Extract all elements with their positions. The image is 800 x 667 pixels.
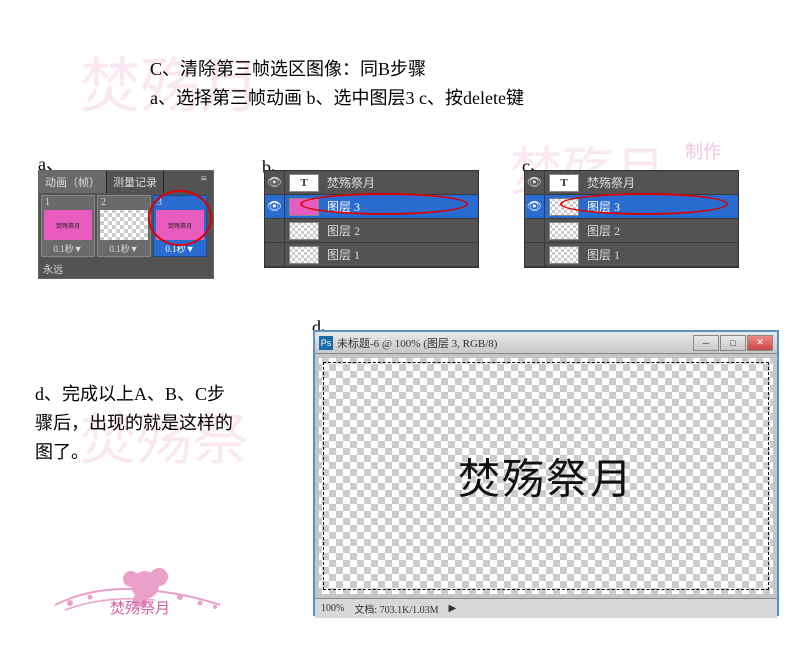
loop-setting[interactable]: 永远 xyxy=(39,259,213,278)
frame-thumb-2 xyxy=(100,210,148,240)
instruction-text: C、清除第三帧选区图像：同B步骤 a、选择第三帧动画 b、选中图层3 c、按de… xyxy=(150,55,524,113)
visibility-icon[interactable]: 👁 xyxy=(265,195,285,218)
ps-icon: Ps xyxy=(319,336,333,350)
layer-name: 焚殇祭月 xyxy=(583,174,635,191)
window-buttons: ─ □ ✕ xyxy=(693,335,773,351)
layer-1[interactable]: 图层 1 xyxy=(525,243,738,267)
maximize-button[interactable]: □ xyxy=(720,335,746,351)
text-layer-thumb: T xyxy=(289,174,319,192)
layers-panel-c: 👁 T 焚殇祭月 👁 图层 3 图层 2 图层 1 xyxy=(524,170,739,268)
frame-number: 3 xyxy=(154,196,206,209)
layer-name: 焚殇祭月 xyxy=(323,174,375,191)
instruction-line2: a、选择第三帧动画 b、选中图层3 c、按delete键 xyxy=(150,84,524,113)
canvas-text-layer: 焚殇祭月 xyxy=(458,446,634,507)
layer-thumb xyxy=(549,198,579,216)
layer-name: 图层 1 xyxy=(323,246,360,263)
layer-thumb xyxy=(289,198,319,216)
visibility-icon[interactable] xyxy=(525,219,545,242)
canvas[interactable]: 焚殇祭月 xyxy=(319,358,773,594)
layer-name: 图层 3 xyxy=(323,198,360,215)
status-bar: 100% 文档: 703.1K/1.03M ▶ xyxy=(315,598,777,618)
visibility-icon[interactable]: 👁 xyxy=(525,195,545,218)
layer-thumb xyxy=(549,246,579,264)
tab-measurement-log[interactable]: 测量记录 xyxy=(107,171,164,193)
layer-2[interactable]: 图层 2 xyxy=(525,219,738,243)
layer-thumb xyxy=(289,246,319,264)
layer-name: 图层 2 xyxy=(323,222,360,239)
frames-container: 1 焚殇祭月 0.1秒▼ 2 0.1秒▼ 3 焚殇祭月 0.1秒▼ xyxy=(39,193,213,259)
layer-name: 图层 2 xyxy=(583,222,620,239)
layer-thumb xyxy=(289,222,319,240)
panel-menu-icon[interactable]: ≡ xyxy=(195,171,213,193)
instruction-line1: C、清除第三帧选区图像：同B步骤 xyxy=(150,55,524,84)
frame-delay[interactable]: 0.1秒▼ xyxy=(154,241,206,256)
text-layer-thumb: T xyxy=(549,174,579,192)
close-button[interactable]: ✕ xyxy=(747,335,773,351)
status-arrow-icon[interactable]: ▶ xyxy=(449,603,457,614)
layer-text[interactable]: 👁 T 焚殇祭月 xyxy=(525,171,738,195)
description-d: d、完成以上A、B、C步骤后，出现的就是这样的图了。 xyxy=(35,380,235,466)
panel-tabs: 动画（帧） 测量记录 ≡ xyxy=(39,171,213,193)
frame-3[interactable]: 3 焚殇祭月 0.1秒▼ xyxy=(153,195,207,257)
frame-thumb-1: 焚殇祭月 xyxy=(44,210,92,240)
layer-3[interactable]: 👁 图层 3 xyxy=(525,195,738,219)
frame-number: 2 xyxy=(98,196,150,209)
frame-2[interactable]: 2 0.1秒▼ xyxy=(97,195,151,257)
watermark-label: 制作 xyxy=(685,138,721,164)
window-title: 未标题-6 @ 100% (图层 3, RGB/8) xyxy=(337,335,497,351)
visibility-icon[interactable] xyxy=(265,243,285,266)
visibility-icon[interactable] xyxy=(265,219,285,242)
visibility-icon[interactable]: 👁 xyxy=(525,171,545,194)
layer-3[interactable]: 👁 图层 3 xyxy=(265,195,478,219)
layer-text[interactable]: 👁 T 焚殇祭月 xyxy=(265,171,478,195)
frame-delay[interactable]: 0.1秒▼ xyxy=(42,241,94,256)
layer-thumb xyxy=(549,222,579,240)
zoom-level[interactable]: 100% xyxy=(321,603,344,614)
doc-info[interactable]: 文档: 703.1K/1.03M xyxy=(354,601,438,616)
layer-name: 图层 1 xyxy=(583,246,620,263)
visibility-icon[interactable] xyxy=(525,243,545,266)
animation-panel: 动画（帧） 测量记录 ≡ 1 焚殇祭月 0.1秒▼ 2 0.1秒▼ 3 焚殇祭月… xyxy=(38,170,214,279)
svg-text:焚殇祭月: 焚殇祭月 xyxy=(110,600,170,617)
frame-1[interactable]: 1 焚殇祭月 0.1秒▼ xyxy=(41,195,95,257)
tab-animation-frames[interactable]: 动画（帧） xyxy=(39,171,107,193)
visibility-icon[interactable]: 👁 xyxy=(265,171,285,194)
layer-1[interactable]: 图层 1 xyxy=(265,243,478,267)
frame-number: 1 xyxy=(42,196,94,209)
layer-name: 图层 3 xyxy=(583,198,620,215)
layer-2[interactable]: 图层 2 xyxy=(265,219,478,243)
frame-thumb-3: 焚殇祭月 xyxy=(156,210,204,240)
decorative-flower: 焚殇祭月 xyxy=(35,555,230,625)
minimize-button[interactable]: ─ xyxy=(693,335,719,351)
window-titlebar[interactable]: Ps 未标题-6 @ 100% (图层 3, RGB/8) ─ □ ✕ xyxy=(315,332,777,354)
document-window: Ps 未标题-6 @ 100% (图层 3, RGB/8) ─ □ ✕ 焚殇祭月… xyxy=(313,330,779,616)
frame-delay[interactable]: 0.1秒▼ xyxy=(98,241,150,256)
layers-panel-b: 👁 T 焚殇祭月 👁 图层 3 图层 2 图层 1 xyxy=(264,170,479,268)
